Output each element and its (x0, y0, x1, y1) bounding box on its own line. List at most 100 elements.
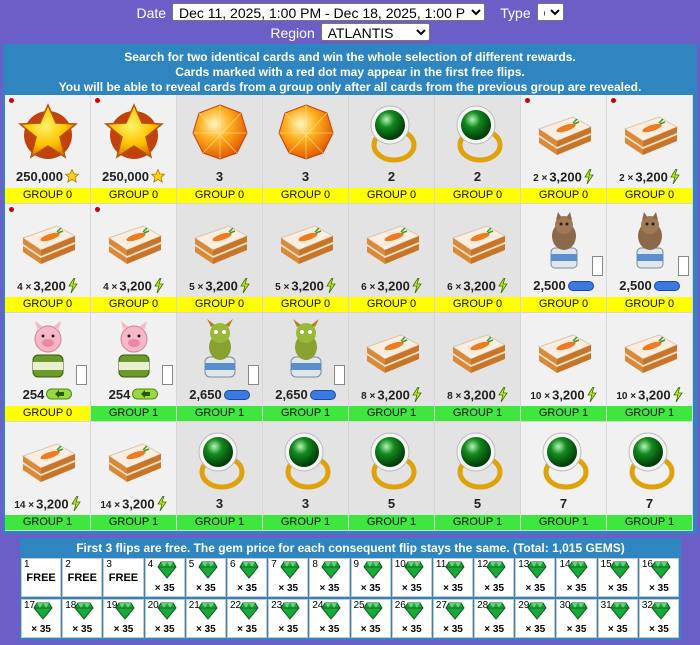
region-select[interactable]: ATLANTIS (320, 23, 430, 41)
flip-slot: 26 × 35 (391, 599, 432, 638)
gem-icon (404, 561, 424, 584)
gem-icon (568, 561, 589, 584)
reward-card[interactable]: 254 GROUP 1 (91, 313, 177, 422)
card-multiplier: 4 × (17, 282, 32, 294)
reward-card[interactable]: 2 GROUP 0 (435, 95, 521, 204)
card-grid: 250,000 GROUP 0 250,000 GROUP 0 3 GROUP 0 3 GRO… (5, 95, 695, 531)
card-checkbox[interactable] (248, 365, 259, 385)
orange-gem-icon (189, 101, 251, 163)
flip-number: 1 (24, 559, 30, 570)
carrot-cake-icon (619, 101, 681, 163)
gem-icon (198, 561, 218, 584)
reward-card[interactable]: 4 × 3,200 GROUP 0 (91, 204, 177, 313)
reward-card[interactable]: 5 GROUP 1 (435, 422, 521, 531)
reward-card[interactable]: 6 × 3,200 GROUP 0 (435, 204, 521, 313)
reward-card[interactable]: 6 × 3,200 GROUP 0 (349, 204, 435, 313)
pig-jar-icon (17, 319, 79, 381)
flip-price: × 35 (31, 624, 51, 635)
free-label: FREE (67, 572, 97, 584)
red-dot-marker (525, 98, 530, 103)
star-icon (150, 168, 166, 186)
flip-price: × 35 (566, 624, 587, 635)
group-label: GROUP 0 (435, 188, 520, 203)
reward-card[interactable]: 250,000 GROUP 0 (91, 95, 177, 204)
card-checkbox[interactable] (162, 365, 173, 385)
bolt-icon (672, 386, 683, 405)
card-amount: 7 (645, 496, 654, 511)
reward-card[interactable]: 2,500 GROUP 0 (607, 204, 693, 313)
gem-icon (321, 602, 341, 625)
reward-card[interactable]: 2,650 GROUP 1 (263, 313, 349, 422)
card-amount: 250,000 (16, 169, 63, 184)
group-label: GROUP 1 (607, 406, 692, 421)
reward-card[interactable]: 3 GROUP 0 (177, 95, 263, 204)
flip-number: 9 (353, 559, 360, 570)
group-label: GROUP 1 (91, 515, 176, 530)
reward-card[interactable]: 3 GROUP 1 (177, 422, 263, 531)
card-value: 2 (435, 169, 520, 184)
gem-icon (362, 602, 383, 625)
card-amount: 3 (301, 169, 310, 184)
reward-card[interactable]: 10 × 3,200 GROUP 1 (521, 313, 607, 422)
card-amount: 3,200 (33, 278, 66, 294)
flip-price: × 35 (237, 583, 257, 594)
reward-card[interactable]: 2,650 GROUP 1 (177, 313, 263, 422)
reward-card[interactable]: 2 × 3,200 GROUP 0 (521, 95, 607, 204)
flip-slot: 17 × 35 (21, 599, 62, 638)
reward-card[interactable]: 254 GROUP 0 (5, 313, 91, 422)
flip-slot: 24 × 35 (309, 599, 350, 638)
date-label: Date (136, 5, 167, 21)
flip-price: × 35 (195, 583, 216, 594)
reward-card[interactable]: 7 GROUP 1 (607, 422, 693, 531)
flip-number: 2 (65, 559, 71, 570)
reward-card[interactable]: 3 GROUP 0 (263, 95, 349, 204)
reward-card[interactable]: 2,500 GROUP 0 (521, 204, 607, 313)
reward-card[interactable]: 7 GROUP 1 (521, 422, 607, 531)
card-checkbox[interactable] (334, 365, 345, 385)
reward-card[interactable]: 10 × 3,200 GROUP 1 (607, 313, 693, 422)
flip-slot: 21 × 35 (185, 599, 226, 638)
reward-card[interactable]: 4 × 3,200 GROUP 0 (5, 204, 91, 313)
flip-price: × 35 (278, 583, 299, 594)
flip-slot: 15 × 35 (597, 558, 638, 597)
carrot-cake-icon (361, 319, 423, 381)
type-select[interactable]: C (536, 3, 564, 21)
emerald-ring-icon (361, 428, 423, 490)
reward-card[interactable]: 14 × 3,200 GROUP 1 (91, 422, 177, 531)
flip-slot: 7 × 35 (268, 558, 309, 597)
card-value: 3 (177, 496, 262, 511)
card-checkbox[interactable] (592, 256, 603, 276)
reward-card[interactable]: 5 GROUP 1 (349, 422, 435, 531)
reward-card[interactable]: 8 × 3,200 GROUP 1 (349, 313, 435, 422)
group-label: GROUP 1 (263, 515, 348, 530)
flip-slot: 14 × 35 (556, 558, 597, 597)
reward-card[interactable]: 3 GROUP 1 (263, 422, 349, 531)
reward-card[interactable]: 250,000 GROUP 0 (5, 95, 91, 204)
card-amount: 2 (473, 169, 482, 184)
reward-card[interactable]: 8 × 3,200 GROUP 1 (435, 313, 521, 422)
reward-card[interactable]: 5 × 3,200 GROUP 0 (263, 204, 349, 313)
gem-icon (33, 602, 53, 625)
red-dot-marker (95, 207, 100, 212)
reward-card[interactable]: 14 × 3,200 GROUP 1 (5, 422, 91, 531)
group-label: GROUP 0 (263, 188, 348, 203)
arrow-icon (132, 388, 159, 403)
pill-icon (309, 388, 336, 403)
card-value: 7 (607, 496, 692, 511)
group-label: GROUP 0 (91, 188, 176, 203)
reward-card[interactable]: 2 × 3,200 GROUP 0 (607, 95, 693, 204)
gem-icon (651, 602, 671, 625)
card-value: 4 × 3,200 (91, 277, 176, 296)
date-select[interactable]: Dec 11, 2025, 1:00 PM - Dec 18, 2025, 1:… (171, 3, 485, 21)
bolt-icon (70, 495, 81, 514)
group-label: GROUP 0 (263, 297, 348, 312)
card-checkbox[interactable] (76, 365, 87, 385)
carrot-cake-icon (533, 319, 595, 381)
card-checkbox[interactable] (678, 256, 689, 276)
reward-card[interactable]: 2 GROUP 0 (349, 95, 435, 204)
flip-price: × 35 (443, 624, 463, 635)
card-value: 8 × 3,200 (349, 386, 434, 405)
reward-card[interactable]: 5 × 3,200 GROUP 0 (177, 204, 263, 313)
red-dot-marker (611, 98, 616, 103)
carrot-cake-icon (17, 428, 79, 490)
